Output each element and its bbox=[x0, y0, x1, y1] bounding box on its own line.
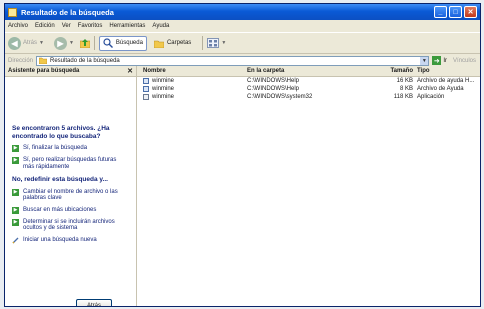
application-icon bbox=[143, 94, 149, 100]
file-name: winmine bbox=[152, 78, 175, 84]
back-button-label[interactable]: Atrás bbox=[23, 40, 37, 46]
option-label: Iniciar una búsqueda nueva bbox=[23, 236, 97, 243]
search-folder-icon bbox=[8, 7, 17, 17]
links-label[interactable]: Vínculos bbox=[453, 58, 476, 64]
file-size: 16 KB bbox=[396, 78, 413, 84]
menu-edicion[interactable]: Edición bbox=[35, 23, 55, 29]
explorer-window: Resultado de la búsqueda _ □ ✕ Archivo E… bbox=[4, 3, 481, 307]
option-faster-searches[interactable]: ▶ Sí, pero realizar búsquedas futuras má… bbox=[12, 157, 127, 170]
close-pane-icon[interactable]: ✕ bbox=[127, 67, 133, 75]
close-button[interactable]: ✕ bbox=[464, 6, 477, 18]
option-finish-search[interactable]: ▶ Sí, finalizar la búsqueda bbox=[12, 145, 127, 152]
main-content: Asistente para búsqueda ✕ Se encontraron… bbox=[5, 66, 480, 306]
file-type: Archivo de Ayuda bbox=[417, 86, 464, 92]
option-label: Cambiar el nombre de archivo o las palab… bbox=[23, 188, 118, 202]
option-label: Determinar si se incluirán archivos ocul… bbox=[23, 218, 115, 232]
search-icon bbox=[103, 38, 113, 48]
file-folder: C:\WINDOWS\system32 bbox=[247, 94, 313, 100]
minimize-button[interactable]: _ bbox=[434, 6, 447, 18]
files-found-text: Se encontraron 5 archivos. ¿Ha encontrad… bbox=[12, 125, 110, 140]
toolbar-separator bbox=[93, 36, 95, 50]
menu-favoritos[interactable]: Favoritos bbox=[78, 23, 103, 29]
file-folder: C:\WINDOWS\Help bbox=[247, 78, 300, 84]
back-button[interactable]: Atrás bbox=[76, 299, 112, 306]
menu-archivo[interactable]: Archivo bbox=[8, 23, 28, 29]
menu-ayuda[interactable]: Ayuda bbox=[152, 23, 169, 29]
file-name: winmine bbox=[152, 86, 175, 92]
file-name-cell: winmine bbox=[137, 94, 247, 100]
views-icon[interactable] bbox=[207, 38, 220, 48]
file-type: Archivo de ayuda H... bbox=[417, 78, 475, 84]
pencil-icon bbox=[12, 237, 19, 243]
search-companion-title: Asistente para búsqueda bbox=[8, 68, 80, 74]
option-label: Sí, pero realizar búsquedas futuras más … bbox=[23, 157, 117, 170]
option-label: Buscar en más ubicaciones bbox=[23, 206, 97, 213]
forward-dropdown-icon[interactable]: ▼ bbox=[69, 40, 74, 46]
option-label: Sí, finalizar la búsqueda bbox=[23, 145, 88, 151]
window-title: Resultado de la búsqueda bbox=[21, 7, 114, 17]
file-name: winmine bbox=[152, 94, 175, 100]
column-headers: Nombre En la carpeta Tamaño Tipo bbox=[137, 66, 480, 77]
option-new-search[interactable]: Iniciar una búsqueda nueva bbox=[12, 237, 127, 244]
go-arrow-icon: ➜ bbox=[432, 56, 442, 65]
file-row[interactable]: winmine C:\WINDOWS\Help 16 KB Archivo de… bbox=[137, 77, 480, 85]
option-hidden-files[interactable]: ▶ Determinar si se incluirán archivos oc… bbox=[12, 218, 127, 232]
green-arrow-icon: ▶ bbox=[12, 206, 19, 214]
search-results-icon bbox=[39, 57, 48, 64]
column-size[interactable]: Tamaño bbox=[383, 68, 417, 74]
back-arrow-icon[interactable]: ◀ bbox=[8, 36, 21, 50]
file-row[interactable]: winmine C:\WINDOWS\system32 118 KB Aplic… bbox=[137, 93, 480, 101]
forward-arrow-icon[interactable]: ▶ bbox=[53, 36, 67, 50]
views-dropdown-icon[interactable]: ▼ bbox=[221, 40, 226, 46]
column-folder[interactable]: En la carpeta bbox=[247, 68, 383, 74]
back-dropdown-icon[interactable]: ▼ bbox=[39, 40, 44, 46]
menu-bar: Archivo Edición Ver Favoritos Herramient… bbox=[5, 20, 480, 33]
search-button[interactable]: Búsqueda bbox=[98, 35, 147, 51]
file-folder: C:\WINDOWS\Help bbox=[247, 86, 300, 92]
search-button-label: Búsqueda bbox=[115, 40, 143, 46]
column-type[interactable]: Tipo bbox=[417, 68, 480, 74]
toolbar: ◀ Atrás ▼ ▶ ▼ Búsqueda Carpetas ▼ bbox=[5, 33, 480, 54]
folder-icon bbox=[153, 40, 164, 48]
green-arrow-icon: ▶ bbox=[12, 218, 19, 226]
file-size: 118 KB bbox=[393, 94, 413, 100]
help-file-icon bbox=[143, 78, 149, 84]
go-button-label: Ir bbox=[443, 57, 447, 64]
refine-search-text: No, redefinir esta búsqueda y... bbox=[12, 176, 108, 183]
toolbar-separator bbox=[202, 36, 204, 50]
option-change-filename[interactable]: ▶ Cambiar el nombre de archivo o las pal… bbox=[12, 188, 127, 202]
address-dropdown-icon[interactable]: ▼ bbox=[420, 56, 429, 65]
folders-button[interactable]: Carpetas bbox=[150, 36, 195, 51]
help-file-icon bbox=[143, 86, 149, 92]
address-value: Resultado de la búsqueda bbox=[50, 57, 120, 64]
search-options-panel: Se encontraron 5 archivos. ¿Ha encontrad… bbox=[12, 125, 127, 249]
file-row[interactable]: winmine C:\WINDOWS\Help 8 KB Archivo de … bbox=[137, 85, 480, 93]
search-companion-header: Asistente para búsqueda ✕ bbox=[5, 66, 136, 77]
go-button[interactable]: ➜ Ir bbox=[432, 56, 447, 65]
green-arrow-icon: ▶ bbox=[12, 157, 19, 164]
green-arrow-icon: ▶ bbox=[12, 188, 19, 196]
folder-up-icon[interactable] bbox=[79, 38, 90, 48]
option-more-locations[interactable]: ▶ Buscar en más ubicaciones bbox=[12, 206, 127, 214]
file-size: 8 KB bbox=[399, 86, 413, 92]
menu-herramientas[interactable]: Herramientas bbox=[109, 23, 145, 29]
column-name[interactable]: Nombre bbox=[137, 68, 247, 74]
results-pane: Nombre En la carpeta Tamaño Tipo winmine… bbox=[137, 66, 480, 306]
title-bar[interactable]: Resultado de la búsqueda _ □ ✕ bbox=[5, 4, 480, 20]
menu-ver[interactable]: Ver bbox=[62, 23, 71, 29]
address-field[interactable]: Resultado de la búsqueda ▼ bbox=[36, 55, 430, 66]
green-arrow-icon: ▶ bbox=[12, 145, 19, 152]
folders-button-label: Carpetas bbox=[166, 40, 192, 46]
address-label: Dirección bbox=[8, 57, 34, 64]
file-name-cell: winmine bbox=[137, 78, 247, 84]
maximize-button[interactable]: □ bbox=[449, 6, 462, 18]
file-name-cell: winmine bbox=[137, 86, 247, 92]
search-companion-pane: Asistente para búsqueda ✕ Se encontraron… bbox=[5, 66, 137, 306]
file-type: Aplicación bbox=[417, 94, 445, 100]
